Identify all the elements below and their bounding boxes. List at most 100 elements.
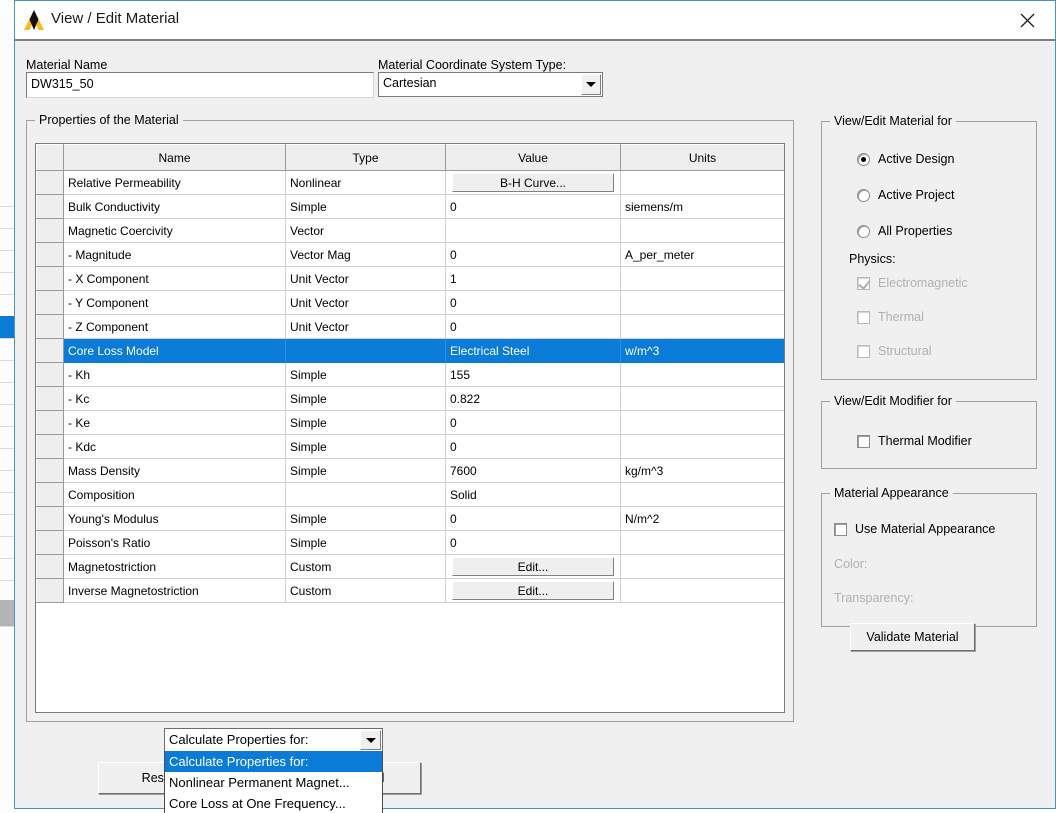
table-row[interactable]: Magnetostriction Custom Edit...	[36, 554, 784, 579]
cell-name[interactable]: Magnetostriction	[63, 554, 286, 579]
checkbox-icon[interactable]	[834, 522, 847, 536]
table-row[interactable]: - Kh Simple 155	[36, 362, 784, 387]
material-name-input[interactable]: DW315_50	[26, 72, 374, 98]
cell-value-button[interactable]: Edit...	[452, 581, 614, 600]
row-selector-cell[interactable]	[36, 362, 64, 387]
radio-button-icon[interactable]	[857, 188, 870, 202]
table-row[interactable]: - X Component Unit Vector 1	[36, 266, 784, 291]
cell-name[interactable]: - Z Component	[63, 314, 286, 339]
cell-value[interactable]: Electrical Steel	[445, 338, 621, 363]
cell-value[interactable]	[445, 218, 621, 243]
table-row[interactable]: - Y Component Unit Vector 0	[36, 290, 784, 315]
column-header-type[interactable]: Type	[285, 144, 446, 171]
cell-value[interactable]: 0	[445, 242, 621, 267]
row-selector-cell[interactable]	[36, 338, 64, 363]
cell-name[interactable]: - Kc	[63, 386, 286, 411]
table-row[interactable]: Bulk Conductivity Simple 0 siemens/m	[36, 194, 784, 219]
row-selector-cell[interactable]	[36, 194, 64, 219]
cell-type[interactable]: Simple	[285, 458, 446, 483]
table-row[interactable]: Relative Permeability Nonlinear B-H Curve.…	[36, 170, 784, 195]
cell-type[interactable]: Vector Mag	[285, 242, 446, 267]
table-row[interactable]: Mass Density Simple 7600 kg/m^3	[36, 458, 784, 483]
table-row[interactable]: - Kdc Simple 0	[36, 434, 784, 459]
cell-name[interactable]: Inverse Magnetostriction	[63, 578, 286, 603]
row-selector-cell[interactable]	[36, 314, 64, 339]
close-icon[interactable]	[1007, 7, 1047, 33]
row-selector-cell[interactable]	[36, 386, 64, 411]
cell-name[interactable]: Composition	[63, 482, 286, 507]
cell-name[interactable]: - Ke	[63, 410, 286, 435]
row-selector-cell[interactable]	[36, 266, 64, 291]
cell-name[interactable]: - Kdc	[63, 434, 286, 459]
cell-units[interactable]	[620, 554, 784, 579]
validate-material-button[interactable]: Validate Material	[850, 623, 975, 651]
row-selector-cell[interactable]	[36, 530, 64, 555]
chevron-down-icon[interactable]	[360, 730, 381, 750]
cell-name[interactable]: Relative Permeability	[63, 170, 286, 195]
column-header-units[interactable]: Units	[620, 144, 784, 171]
cell-name[interactable]: - Y Component	[63, 290, 286, 315]
cell-units[interactable]	[620, 482, 784, 507]
row-selector-cell[interactable]	[36, 458, 64, 483]
dropdown-option[interactable]: Core Loss at One Frequency...	[165, 793, 382, 813]
table-row[interactable]: - Magnitude Vector Mag 0 A_per_meter	[36, 242, 784, 267]
calculate-properties-combo[interactable]: Calculate Properties for:	[164, 728, 383, 752]
cell-units[interactable]: siemens/m	[620, 194, 784, 219]
cell-type[interactable]	[285, 482, 446, 507]
table-row[interactable]: Core Loss Model Electrical Steel w/m^3	[36, 338, 784, 363]
row-selector-cell[interactable]	[36, 434, 64, 459]
cell-type[interactable]: Custom	[285, 578, 446, 603]
table-row[interactable]: Young's Modulus Simple 0 N/m^2	[36, 506, 784, 531]
cell-units[interactable]	[620, 170, 784, 195]
checkbox-thermal-modifier[interactable]: Thermal Modifier	[857, 434, 972, 448]
cell-units[interactable]	[620, 410, 784, 435]
table-row[interactable]: Inverse Magnetostriction Custom Edit...	[36, 578, 784, 603]
row-selector-cell[interactable]	[36, 554, 64, 579]
cell-value[interactable]: 0	[445, 314, 621, 339]
radio-active-project[interactable]: Active Project	[857, 188, 954, 202]
cell-type[interactable]: Unit Vector	[285, 290, 446, 315]
row-selector-cell[interactable]	[36, 218, 64, 243]
dropdown-option[interactable]: Calculate Properties for:	[165, 751, 382, 772]
cell-name[interactable]: Bulk Conductivity	[63, 194, 286, 219]
row-selector-cell[interactable]	[36, 506, 64, 531]
cell-name[interactable]: - X Component	[63, 266, 286, 291]
cell-value[interactable]: 0	[445, 194, 621, 219]
properties-table[interactable]: Name Type Value Units Relative Permeabil…	[35, 143, 785, 713]
cell-units[interactable]	[620, 530, 784, 555]
cell-units[interactable]	[620, 434, 784, 459]
cell-units[interactable]	[620, 362, 784, 387]
column-header-name[interactable]: Name	[63, 144, 286, 171]
checkbox-icon[interactable]	[857, 434, 870, 448]
cell-value[interactable]: 0.822	[445, 386, 621, 411]
cell-name[interactable]: Magnetic Coercivity	[63, 218, 286, 243]
radio-all-properties[interactable]: All Properties	[857, 224, 952, 238]
table-row[interactable]: - Z Component Unit Vector 0	[36, 314, 784, 339]
row-selector-cell[interactable]	[36, 482, 64, 507]
cell-value[interactable]: 1	[445, 266, 621, 291]
cell-name[interactable]: Young's Modulus	[63, 506, 286, 531]
cell-value[interactable]: 0	[445, 410, 621, 435]
cell-value-button[interactable]: Edit...	[452, 557, 614, 576]
row-selector-cell[interactable]	[36, 242, 64, 267]
row-selector-cell[interactable]	[36, 410, 64, 435]
cell-value[interactable]: 0	[445, 530, 621, 555]
table-row[interactable]: Composition Solid	[36, 482, 784, 507]
cell-type[interactable]: Simple	[285, 410, 446, 435]
column-header-rowselect[interactable]	[36, 144, 64, 171]
radio-button-icon[interactable]	[857, 224, 870, 238]
cell-name[interactable]: - Magnitude	[63, 242, 286, 267]
cell-type[interactable]: Vector	[285, 218, 446, 243]
cell-type[interactable]: Unit Vector	[285, 314, 446, 339]
cell-type[interactable]: Simple	[285, 386, 446, 411]
row-selector-cell[interactable]	[36, 170, 64, 195]
row-selector-cell[interactable]	[36, 290, 64, 315]
cell-units[interactable]	[620, 314, 784, 339]
dropdown-option[interactable]: Nonlinear Permanent Magnet...	[165, 772, 382, 793]
cell-type[interactable]: Unit Vector	[285, 266, 446, 291]
column-header-value[interactable]: Value	[445, 144, 621, 171]
cell-units[interactable]	[620, 266, 784, 291]
cell-value[interactable]: Edit...	[445, 578, 621, 603]
cell-value[interactable]: 7600	[445, 458, 621, 483]
cell-type[interactable]: Simple	[285, 434, 446, 459]
